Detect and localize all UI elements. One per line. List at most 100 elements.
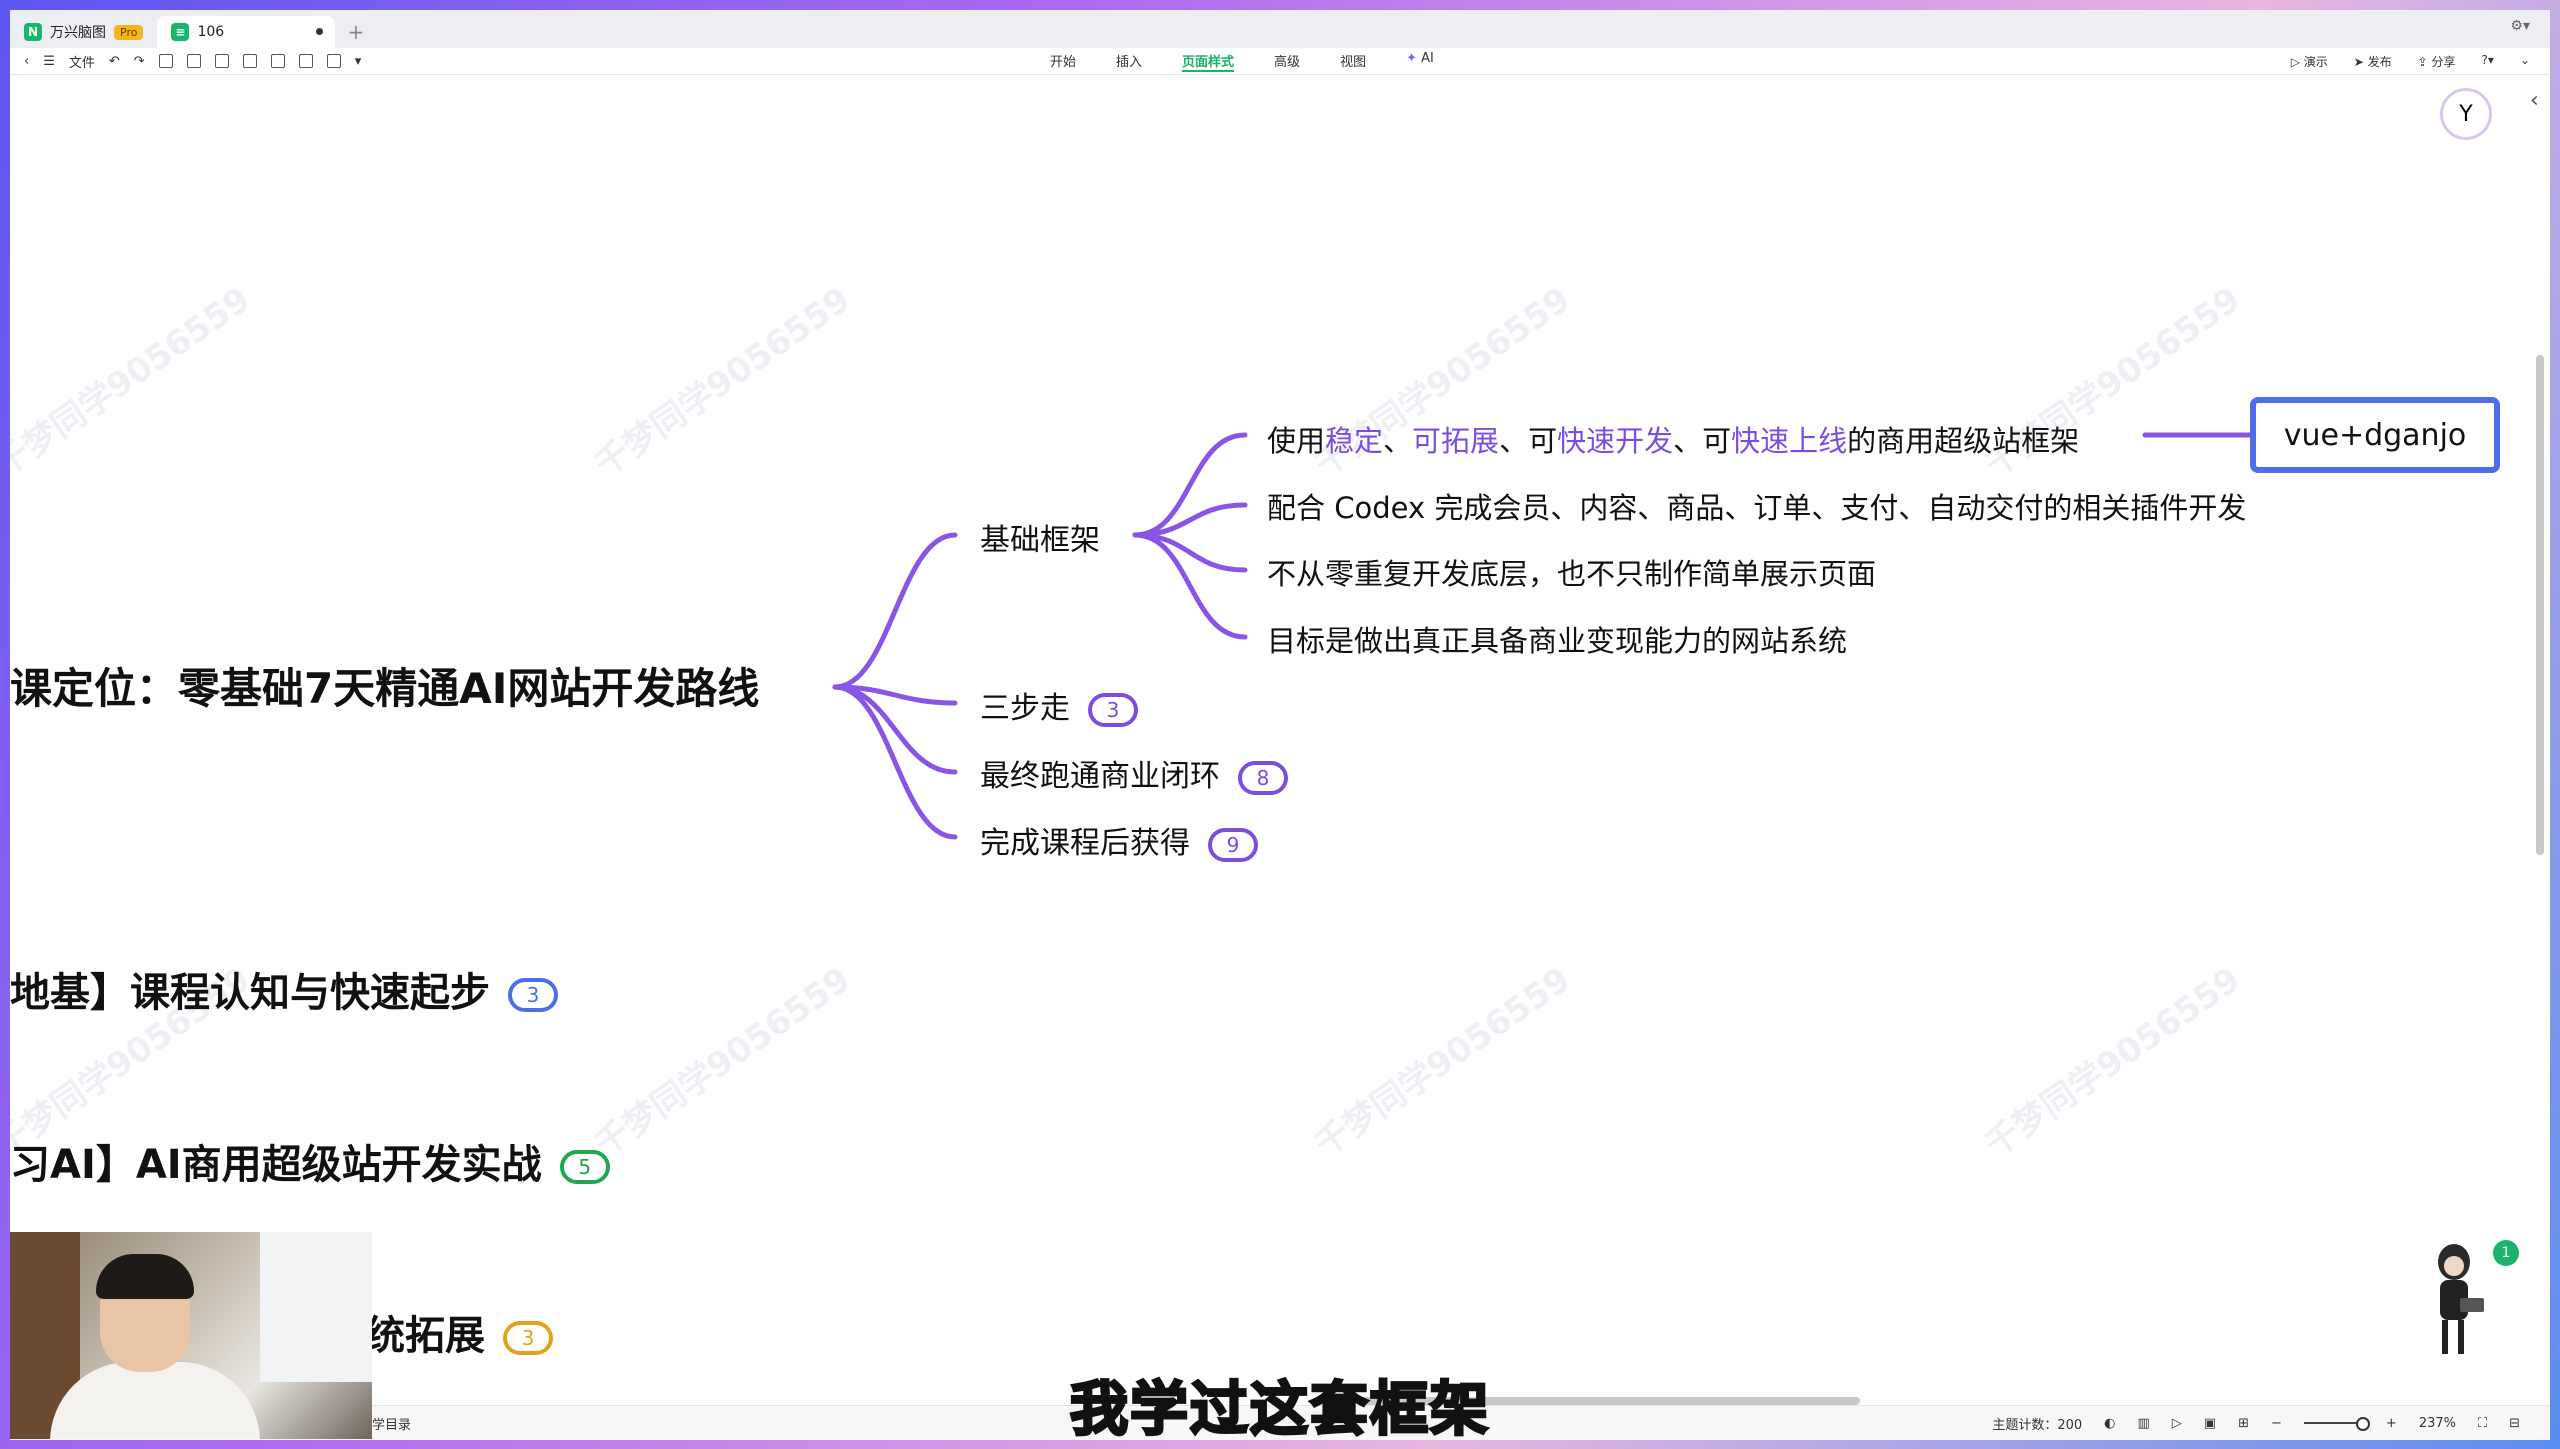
layout-icon[interactable]: ▣	[2204, 1416, 2216, 1431]
text-highlight: 可拓展	[1412, 424, 1500, 458]
tab-app[interactable]: N 万兴脑图 Pro	[10, 16, 157, 48]
subtopic-no-reinvent[interactable]: 不从零重复开发底层，也不只制作简单展示页面	[1267, 551, 1876, 593]
new-tab-button[interactable]: +	[335, 20, 376, 48]
avatar-logo-icon: Y	[2459, 101, 2473, 127]
toolbar: ‹ ☰ 文件 ↶ ↷ ▾ 开始 插入 页面样式 高级 视图 ✦ AI ▷ 演示 …	[10, 48, 2550, 75]
subtopic-stable-framework[interactable]: 使用稳定、可拓展、可快速开发、可快速上线的商用超级站框架	[1267, 418, 2079, 460]
menu-ai-label: AI	[1421, 50, 1434, 66]
branch-basic-framework[interactable]: 基础框架	[980, 515, 1100, 559]
template-icon[interactable]	[326, 54, 341, 68]
main-menu: 开始 插入 页面样式 高级 视图 ✦ AI	[1050, 51, 1434, 72]
mindmap-canvas[interactable]: 千梦同学9056559 千梦同学9056559 千梦同学9056559 千梦同学…	[10, 75, 2550, 1405]
redo-icon[interactable]: ↷	[134, 54, 145, 69]
fit-icon[interactable]: ⊞	[2238, 1416, 2249, 1431]
zoom-out-icon[interactable]: −	[2271, 1416, 2282, 1431]
play-icon: ▷	[2290, 54, 2304, 69]
section-extension[interactable]: 统拓展 3	[365, 1303, 553, 1361]
root-topic[interactable]: 课定位：零基础7天精通AI网站开发路线	[10, 655, 759, 716]
more-icon[interactable]: ▾	[355, 54, 362, 69]
text-highlight: 快速开发	[1557, 424, 1674, 458]
user-avatar[interactable]: Y	[2440, 88, 2492, 140]
zoom-in-icon[interactable]: +	[2386, 1416, 2397, 1431]
zoom-level[interactable]: 237%	[2419, 1416, 2456, 1431]
branch-label: 最终跑通商业闭环	[980, 759, 1220, 794]
menu-insert[interactable]: 插入	[1116, 51, 1142, 72]
present-label: 演示	[2303, 54, 2328, 69]
text-part: 、	[1383, 424, 1413, 458]
mindmap-connectors	[832, 432, 2253, 840]
new-icon[interactable]	[158, 54, 173, 68]
subtopic-goal[interactable]: 目标是做出真正具备商业变现能力的网站系统	[1267, 618, 1847, 660]
open-icon[interactable]	[186, 54, 201, 68]
collapsed-count-badge[interactable]: 5	[559, 1150, 610, 1184]
collapse-panel-icon[interactable]: ‹	[2530, 88, 2539, 113]
unsaved-dot-icon[interactable]	[316, 28, 324, 35]
collapsed-count-badge[interactable]: 3	[1088, 692, 1138, 727]
menu-advanced[interactable]: 高级	[1274, 51, 1300, 72]
vertical-scrollbar[interactable]	[2536, 355, 2544, 855]
doc-name: 106	[197, 24, 225, 40]
export-icon[interactable]	[270, 54, 285, 68]
file-menu[interactable]: 文件	[69, 52, 95, 71]
branch-outcomes[interactable]: 完成课程后获得 9	[980, 818, 1258, 862]
menu-ai[interactable]: ✦ AI	[1406, 51, 1434, 72]
video-subtitle: 我学过这套框架	[1068, 1374, 1491, 1445]
help-icon[interactable]: ?▾	[2482, 53, 2494, 70]
save-icon[interactable]	[214, 54, 229, 68]
tab-bar: N 万兴脑图 Pro ≡ 106 + ⚙▾	[10, 10, 2550, 48]
webcam-overlay	[10, 1232, 372, 1439]
section-label: 习AI】AI商用超级站开发实战	[10, 1142, 542, 1188]
book-icon[interactable]: ▥	[2138, 1416, 2150, 1431]
tab-document[interactable]: ≡ 106	[157, 16, 336, 48]
branch-label: 三步走	[980, 691, 1070, 726]
branch-label: 完成课程后获得	[980, 826, 1190, 861]
detail-box-vue-django[interactable]: vue+dganjo	[2250, 397, 2500, 473]
collapsed-count-badge[interactable]: 3	[503, 1321, 553, 1355]
section-ai-practice[interactable]: 习AI】AI商用超级站开发实战 5	[10, 1132, 610, 1190]
subtopic-codex-plugins[interactable]: 配合 Codex 完成会员、内容、商品、订单、支付、自动交付的相关插件开发	[1267, 485, 2246, 527]
ai-icon: ✦	[1406, 50, 1417, 66]
send-icon: ➤	[2353, 54, 2368, 69]
assistant-mascot-icon[interactable]	[2420, 1240, 2490, 1360]
app-name: 万兴脑图	[50, 25, 106, 41]
print-icon[interactable]	[242, 54, 257, 68]
present-button[interactable]: ▷ 演示	[2291, 53, 2328, 70]
zoom-slider-handle[interactable]	[2355, 1417, 2370, 1431]
section-label: 统拓展	[365, 1313, 485, 1359]
account-icon[interactable]: ⚙▾	[2510, 18, 2530, 34]
doc-icon: ≡	[171, 23, 190, 41]
panel-icon[interactable]: ⊟	[2509, 1416, 2520, 1431]
back-icon[interactable]: ‹	[24, 54, 29, 69]
notification-badge[interactable]: 1	[2493, 1240, 2519, 1266]
outline-toggle[interactable]: 学目录	[372, 1414, 411, 1433]
play-icon[interactable]: ▷	[2172, 1416, 2182, 1431]
collapse-toolbar-icon[interactable]: ⌄	[2520, 53, 2530, 70]
app-logo-icon: N	[24, 23, 42, 41]
share-button[interactable]: ⇪ 分享	[2418, 53, 2456, 70]
theme-icon[interactable]: ◐	[2104, 1416, 2115, 1431]
menu-start[interactable]: 开始	[1050, 51, 1076, 72]
text-part: 的商用超级站框架	[1847, 424, 2080, 458]
fullscreen-icon[interactable]: ⛶	[2478, 1416, 2487, 1431]
menu-page-style[interactable]: 页面样式	[1182, 51, 1235, 72]
webcam-window	[260, 1232, 372, 1382]
publish-label: 发布	[2367, 54, 2392, 69]
collapsed-count-badge[interactable]: 8	[1238, 760, 1288, 795]
branch-business-loop[interactable]: 最终跑通商业闭环 8	[980, 751, 1288, 795]
publish-button[interactable]: ➤ 发布	[2354, 53, 2392, 70]
zoom-slider[interactable]	[2303, 1417, 2370, 1431]
menu-view[interactable]: 视图	[1340, 51, 1366, 72]
section-foundation[interactable]: 地基】课程认知与快速起步 3	[10, 960, 558, 1018]
webcam-person-hair	[96, 1254, 194, 1299]
topic-count: 主题计数：200	[1992, 1414, 2082, 1433]
branch-three-steps[interactable]: 三步走 3	[980, 683, 1138, 727]
collapsed-count-badge[interactable]: 3	[508, 978, 558, 1012]
import-icon[interactable]	[298, 54, 313, 68]
text-part: 使用	[1267, 424, 1326, 458]
webcam-person-body	[50, 1362, 260, 1439]
topic-count-value: 200	[2057, 1417, 2083, 1433]
menu-icon[interactable]: ☰	[43, 54, 55, 69]
undo-icon[interactable]: ↶	[109, 54, 120, 69]
collapsed-count-badge[interactable]: 9	[1208, 827, 1258, 862]
pro-badge: Pro	[114, 24, 144, 40]
